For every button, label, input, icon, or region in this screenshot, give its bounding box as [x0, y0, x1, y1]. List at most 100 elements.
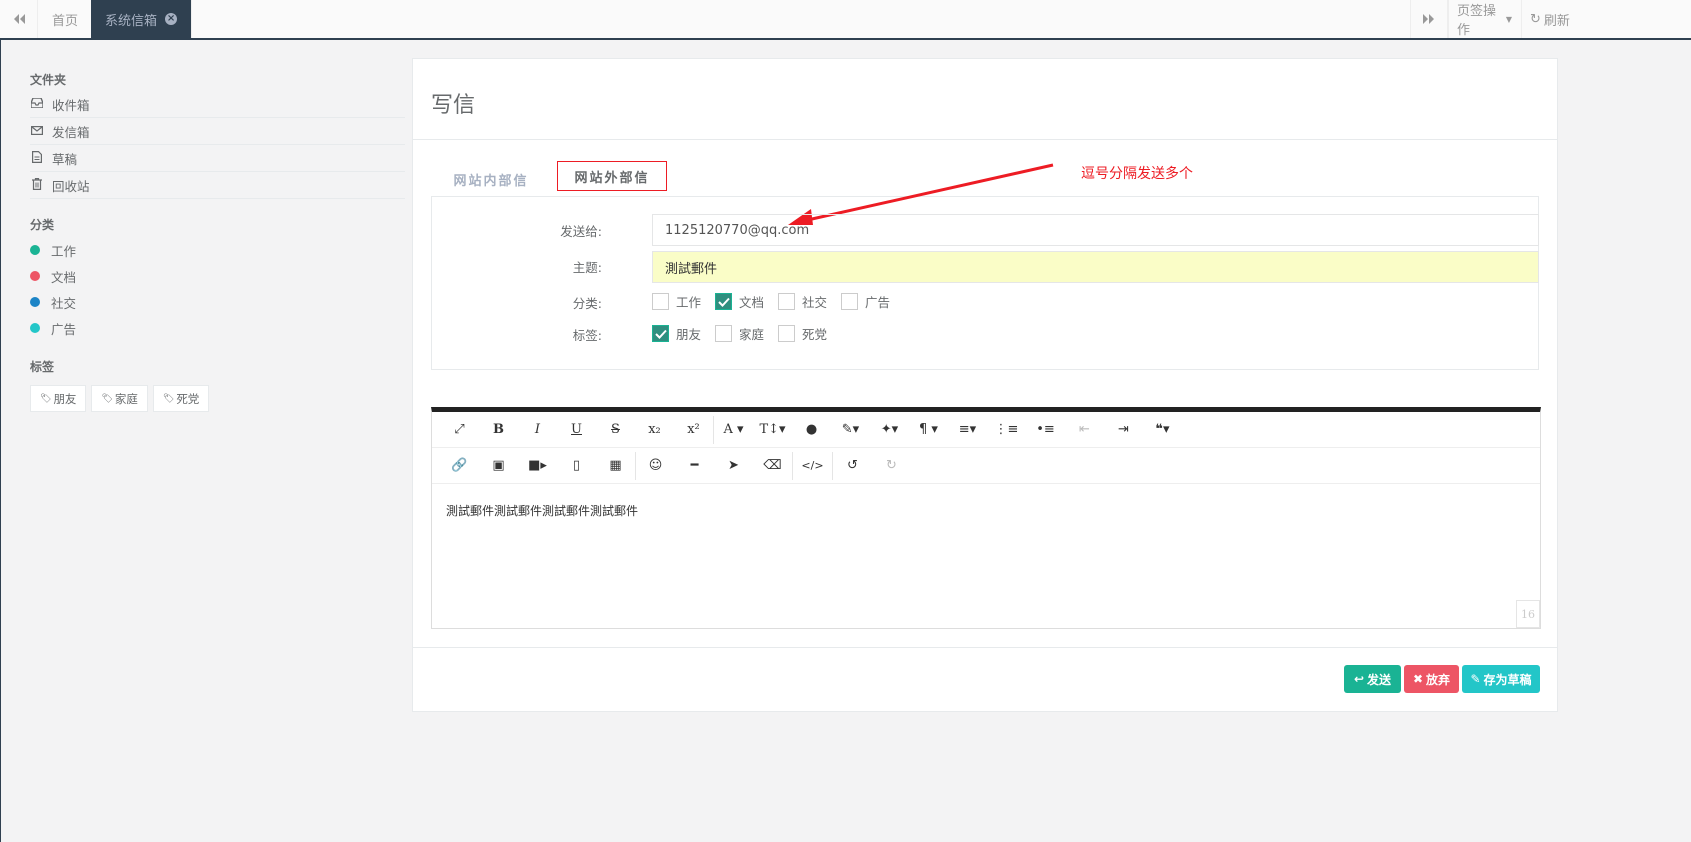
tag-label: 标签: — [572, 328, 602, 343]
quote-icon[interactable]: ❝▾ — [1143, 415, 1182, 445]
category-label: 广告 — [51, 321, 77, 337]
editor-content[interactable]: 測試郵件測試郵件測試郵件測試郵件 — [446, 502, 638, 519]
image-icon[interactable]: ▣ — [479, 451, 518, 481]
tag-bestie[interactable]: 🏷 死党 — [152, 385, 210, 412]
fullscreen-icon[interactable]: ⤢ — [440, 415, 479, 445]
align-icon[interactable]: ≡▾ — [948, 415, 987, 445]
close-icon: ✖ — [1412, 672, 1424, 686]
category-checkbox-work[interactable]: 工作 — [652, 292, 701, 311]
undo-icon[interactable]: ↺ — [833, 451, 872, 481]
sidebar-item-trash[interactable]: 回收站 — [30, 172, 405, 199]
checkbox[interactable] — [841, 293, 859, 310]
discard-button[interactable]: ✖ 放弃 — [1404, 665, 1459, 693]
emoji-icon[interactable]: ☺ — [636, 451, 675, 481]
close-icon[interactable]: × — [165, 13, 178, 25]
checkbox[interactable] — [652, 293, 669, 310]
annotation-text: 逗号分隔发送多个 — [1081, 166, 1193, 182]
category-checkbox-social[interactable]: 社交 — [778, 292, 827, 311]
sidebar-item-inbox[interactable]: 收件箱 — [30, 91, 405, 118]
table-icon[interactable]: ▦ — [596, 451, 635, 481]
horizontal-rule-icon[interactable]: ━ — [675, 451, 714, 481]
brush-icon[interactable]: ✎▾ — [831, 415, 870, 445]
scroll-right-button[interactable] — [1410, 0, 1448, 38]
subject-label: 主题: — [572, 260, 602, 275]
compose-panel: 写信 网站内部信 网站外部信 逗号分隔发送多个 发送给: 1125120770@… — [412, 58, 1558, 712]
outdent-icon[interactable]: ⇤ — [1065, 415, 1104, 445]
to-input[interactable]: 1125120770@qq.com — [652, 214, 1539, 246]
sidebar-category-ads[interactable]: 广告 — [30, 315, 405, 341]
checkbox-label: 死党 — [802, 327, 828, 342]
tag-checkbox-friends[interactable]: 朋友 — [652, 324, 701, 343]
italic-icon[interactable]: I — [518, 415, 557, 445]
video-icon[interactable]: ■▸ — [518, 451, 557, 481]
file-icon — [30, 150, 44, 166]
eraser-icon[interactable]: ⌫ — [753, 451, 792, 481]
category-dot — [30, 297, 40, 307]
indent-icon[interactable]: ⇥ — [1104, 415, 1143, 445]
tag-label: 家庭 — [114, 391, 138, 406]
unordered-list-icon[interactable]: •≡ — [1026, 415, 1065, 445]
category-checkbox-ads[interactable]: 广告 — [841, 292, 890, 311]
font-family-icon[interactable]: A ▾ — [714, 415, 753, 445]
magic-wand-icon[interactable]: ✦▾ — [870, 415, 909, 445]
divider — [413, 139, 1557, 140]
tab-ops-dropdown[interactable]: 页签操作 ▼ — [1448, 0, 1520, 38]
category-label: 文档 — [51, 269, 77, 285]
checkbox[interactable] — [715, 325, 733, 342]
tab-label: 首页 — [52, 13, 79, 29]
tag-checkbox-bestie[interactable]: 死党 — [778, 324, 827, 343]
save-draft-button[interactable]: ✎ 存为草稿 — [1462, 665, 1540, 693]
link-icon[interactable]: 🔗 — [440, 451, 479, 481]
envelope-icon — [30, 125, 44, 138]
checkbox-checked[interactable] — [715, 293, 733, 310]
checkbox[interactable] — [778, 325, 796, 342]
strikethrough-icon[interactable]: S — [596, 415, 635, 445]
sidebar-item-sent[interactable]: 发信箱 — [30, 118, 405, 145]
checkbox-label: 家庭 — [739, 327, 765, 342]
category-checkbox-docs[interactable]: 文档 — [715, 292, 764, 311]
ordered-list-icon[interactable]: ⋮≡ — [987, 415, 1026, 445]
check-icon — [717, 297, 730, 307]
subject-value: 測試郵件 — [665, 261, 718, 277]
category-dot — [30, 323, 40, 333]
sidebar-category-docs[interactable]: 文档 — [30, 263, 405, 289]
tab-system-mailbox[interactable]: 系统信箱 × — [91, 0, 193, 38]
subscript-icon[interactable]: x₂ — [635, 415, 674, 445]
send-button[interactable]: ↩ 发送 — [1344, 665, 1401, 693]
checkbox[interactable] — [778, 293, 796, 310]
code-view-icon[interactable]: </> — [793, 451, 832, 481]
cursor-icon[interactable]: ➤ — [714, 451, 753, 481]
tag-family[interactable]: 🏷 家庭 — [91, 385, 148, 412]
refresh-button[interactable]: ↻ 刷新 — [1521, 0, 1691, 38]
category-label: 社交 — [51, 295, 77, 311]
sidebar-item-drafts[interactable]: 草稿 — [30, 145, 405, 172]
inbox-icon — [30, 96, 44, 111]
sidebar-category-work[interactable]: 工作 — [30, 237, 405, 263]
tag-friends[interactable]: 🏷 朋友 — [30, 385, 87, 412]
tab-internal-mail[interactable]: 网站内部信 — [431, 161, 551, 197]
paragraph-icon[interactable]: ¶ ▾ — [909, 415, 948, 445]
rich-text-editor: ⤢ B I U S x₂ x² A ▾ T↕▾ ● ✎▾ ✦▾ ¶ ▾ ≡▾ ⋮… — [431, 407, 1541, 629]
bold-icon[interactable]: B — [479, 415, 518, 445]
send-label: 发送 — [1367, 672, 1392, 687]
sidebar-category-social[interactable]: 社交 — [30, 289, 405, 315]
subject-input[interactable]: 測試郵件 — [652, 251, 1539, 283]
redo-icon[interactable]: ↻ — [872, 451, 911, 481]
tag-checkbox-family[interactable]: 家庭 — [715, 324, 764, 343]
font-size-icon[interactable]: T↕▾ — [753, 415, 792, 445]
tab-external-mail[interactable]: 网站外部信 — [557, 161, 667, 191]
checkbox-checked[interactable] — [652, 325, 669, 342]
category-checkboxes: 工作 文档 社交 广告 — [652, 292, 904, 311]
scroll-left-button[interactable] — [0, 0, 38, 38]
tab-home[interactable]: 首页 — [38, 0, 94, 38]
superscript-icon[interactable]: x² — [674, 415, 713, 445]
underline-icon[interactable]: U — [557, 415, 596, 445]
word-count: 16 — [1516, 600, 1540, 628]
file-icon[interactable]: ▯ — [557, 451, 596, 481]
tags-title: 标签 — [30, 360, 55, 374]
checkbox-label: 文档 — [739, 295, 765, 310]
color-drop-icon[interactable]: ● — [792, 415, 831, 445]
mail-sidebar: 文件夹 收件箱 发信箱 草稿 回收站 分类 工作 文档 社交 广告 标签 🏷 朋友… — [30, 60, 405, 412]
reply-icon: ↩ — [1353, 672, 1365, 686]
discard-label: 放弃 — [1426, 672, 1451, 687]
